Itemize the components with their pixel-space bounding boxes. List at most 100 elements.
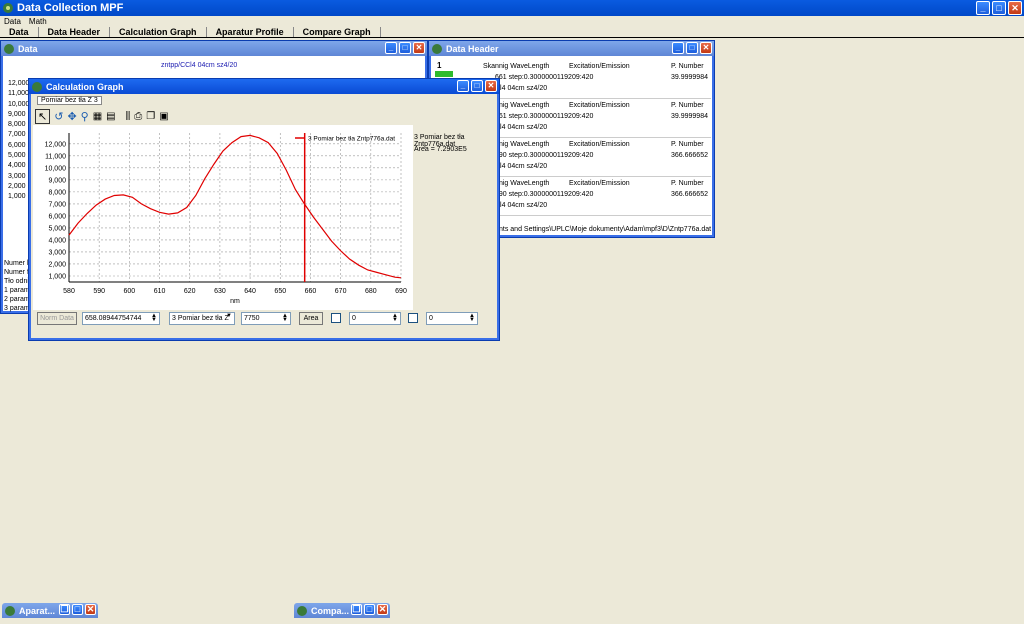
menu-math[interactable]: Math bbox=[29, 17, 47, 26]
menubar: Data Math bbox=[0, 16, 1024, 27]
window-logo-icon bbox=[431, 43, 443, 55]
header-pnumber-value: 39.9999984 bbox=[671, 74, 708, 81]
data-window-title: Data bbox=[18, 43, 38, 54]
close-icon[interactable]: ✕ bbox=[413, 42, 425, 54]
field-b-value: 0 bbox=[429, 315, 433, 322]
tabbar: Data Data Header Calculation Graph Apara… bbox=[0, 27, 1024, 38]
move-icon[interactable]: ✥ bbox=[67, 110, 76, 123]
window-logo-icon bbox=[3, 43, 15, 55]
x-tick-label: 660 bbox=[305, 288, 317, 295]
chart-icon[interactable]: ▦ bbox=[93, 111, 102, 122]
maximize-icon[interactable]: □ bbox=[471, 80, 483, 92]
tab-calculation-graph[interactable]: Calculation Graph bbox=[110, 27, 207, 37]
area-button[interactable]: Area bbox=[299, 312, 323, 325]
header-sample: Cl4 04cm sz4/20 bbox=[495, 124, 548, 131]
field-a[interactable]: 0 ▲ ▼ bbox=[349, 312, 401, 325]
y-tick-label: 11,000 bbox=[45, 153, 66, 160]
close-icon[interactable]: ✕ bbox=[485, 80, 497, 92]
close-icon[interactable]: ✕ bbox=[700, 42, 712, 54]
cursor-value-field[interactable]: 658.08944754744 ▲ ▼ bbox=[82, 312, 160, 325]
checkbox-a[interactable] bbox=[331, 313, 341, 323]
header-col-excitation: Excitation/Emission bbox=[569, 180, 630, 187]
rotate-icon[interactable]: ↺ bbox=[54, 110, 63, 123]
y-tick-label: 1,000 bbox=[48, 273, 66, 280]
field-b[interactable]: 0 ▲ ▼ bbox=[426, 312, 478, 325]
header-pnumber-value: 366.666652 bbox=[671, 152, 708, 159]
data-subtitle: zntpp/CCl4 04cm sz4/20 bbox=[161, 62, 238, 69]
minimized-compare-title: Compa... bbox=[311, 605, 350, 616]
window-logo-icon bbox=[31, 81, 43, 93]
x-tick-label: 590 bbox=[93, 288, 105, 295]
calc-subtab[interactable]: Pomiar bez tła Z 3 bbox=[37, 96, 102, 105]
spin-icon[interactable]: ▲ ▼ bbox=[391, 313, 399, 323]
tab-aparatur-profile[interactable]: Aparatur Profile bbox=[207, 27, 294, 37]
print-icon[interactable]: ⎙ bbox=[134, 111, 142, 122]
y-tick-label: 3,000 bbox=[48, 249, 66, 256]
spin-icon[interactable]: ▲ ▼ bbox=[150, 313, 158, 323]
series-line bbox=[68, 134, 402, 279]
maximize-icon[interactable]: □ bbox=[364, 604, 375, 615]
x-tick-label: 580 bbox=[63, 288, 75, 295]
header-sample: Cl4 04cm sz4/20 bbox=[495, 163, 548, 170]
minimize-icon[interactable]: _ bbox=[457, 80, 469, 92]
window-logo-icon bbox=[4, 605, 16, 617]
spin-icon[interactable]: ▲ ▼ bbox=[468, 313, 476, 323]
zoom-icon[interactable]: ⚲ bbox=[81, 110, 89, 123]
minimize-icon[interactable]: _ bbox=[385, 42, 397, 54]
app-title: Data Collection MPF bbox=[17, 2, 124, 14]
header-step: 661 step:0.3000000119209:420 bbox=[495, 74, 594, 81]
spin-icon[interactable]: ▲ ▼ bbox=[281, 313, 289, 323]
minimized-compare[interactable]: Compa... ❐ □ ✕ bbox=[294, 603, 390, 618]
header-sample: Cl4 04cm sz4/20 bbox=[495, 202, 548, 209]
settings-icon[interactable]: ⫼ bbox=[126, 111, 131, 122]
header-step: 690 step:0.3000000119209:420 bbox=[495, 191, 594, 198]
y-tick-label: 2,000 bbox=[48, 261, 66, 268]
restore-icon[interactable]: ❐ bbox=[351, 604, 362, 615]
series-select[interactable]: 3 Pomiar bez tła Z ▼ bbox=[169, 312, 235, 325]
x-tick-label: 630 bbox=[214, 288, 226, 295]
app-logo-icon bbox=[2, 2, 14, 14]
checkbox-b[interactable] bbox=[408, 313, 418, 323]
minimize-icon[interactable]: _ bbox=[672, 42, 684, 54]
header-path: nts and Settings\UPLC\Moje dokumenty\Ada… bbox=[499, 226, 712, 233]
maximize-icon[interactable]: □ bbox=[992, 1, 1006, 15]
grid-icon[interactable]: ▤ bbox=[106, 111, 115, 122]
y-tick-label: 9,000 bbox=[48, 177, 66, 184]
header-pnumber-value: 366.666652 bbox=[671, 191, 708, 198]
save-icon[interactable]: ▣ bbox=[159, 111, 168, 122]
level-field[interactable]: 7750 ▲ ▼ bbox=[241, 312, 291, 325]
close-icon[interactable]: ✕ bbox=[1008, 1, 1022, 15]
pointer-icon[interactable]: ↖ bbox=[35, 109, 51, 124]
tab-data[interactable]: Data bbox=[0, 27, 39, 37]
data-window-titlebar: Data _ □ ✕ bbox=[1, 41, 427, 56]
chevron-down-icon[interactable]: ▼ bbox=[225, 313, 233, 323]
copy-icon[interactable]: ❐ bbox=[146, 111, 155, 122]
menu-data[interactable]: Data bbox=[4, 17, 21, 26]
minimized-aparatur-title: Aparat... bbox=[19, 605, 56, 616]
tab-compare-graph[interactable]: Compare Graph bbox=[294, 27, 381, 37]
header-col-pnumber: P. Number bbox=[671, 180, 704, 187]
header-col-excitation: Excitation/Emission bbox=[569, 141, 630, 148]
header-col-pnumber: P. Number bbox=[671, 63, 704, 70]
restore-icon[interactable]: ❐ bbox=[59, 604, 70, 615]
norm-data-button[interactable]: Norm Data bbox=[37, 312, 77, 325]
maximize-icon[interactable]: □ bbox=[686, 42, 698, 54]
close-icon[interactable]: ✕ bbox=[85, 604, 96, 615]
field-a-value: 0 bbox=[352, 315, 356, 322]
minimized-aparatur[interactable]: Aparat... ❐ □ ✕ bbox=[2, 603, 98, 618]
x-tick-label: 650 bbox=[274, 288, 286, 295]
app-titlebar: Data Collection MPF _ □ ✕ bbox=[0, 0, 1024, 16]
close-icon[interactable]: ✕ bbox=[377, 604, 388, 615]
data-header-titlebar: Data Header _ □ ✕ bbox=[429, 41, 714, 56]
header-col-excitation: Excitation/Emission bbox=[569, 102, 630, 109]
x-tick-label: 640 bbox=[244, 288, 256, 295]
legend-label: 3 Pomiar bez tła Zntp776a.dat bbox=[308, 136, 395, 143]
calc-window-title: Calculation Graph bbox=[46, 81, 124, 92]
tab-data-header[interactable]: Data Header bbox=[39, 27, 111, 37]
header-pnumber-value: 39.9999984 bbox=[671, 113, 708, 120]
maximize-icon[interactable]: □ bbox=[399, 42, 411, 54]
y-tick-label: 10,000 bbox=[45, 165, 67, 172]
minimize-icon[interactable]: _ bbox=[976, 1, 990, 15]
maximize-icon[interactable]: □ bbox=[72, 604, 83, 615]
y-tick-label: 4,000 bbox=[48, 237, 66, 244]
